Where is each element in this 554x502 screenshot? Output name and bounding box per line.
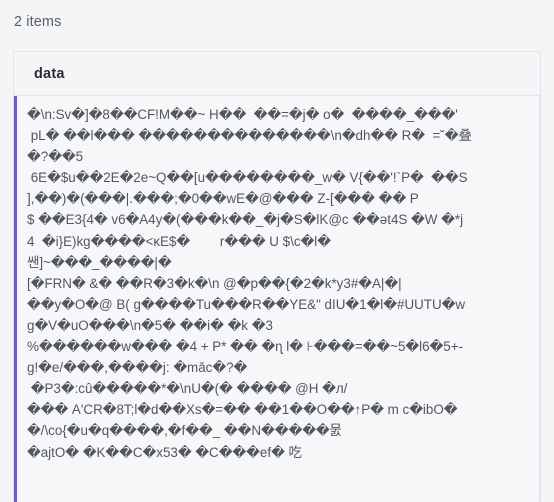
column-header-data[interactable]: data <box>14 66 65 82</box>
table-row[interactable]: �\n:Sv�]�8��CF!M��~ H�� ��=�j� o� ����_�… <box>14 96 540 502</box>
vertical-scrollbar[interactable] <box>539 96 540 502</box>
table-body[interactable]: �\n:Sv�]�8��CF!M��~ H�� ��=�j� o� ����_�… <box>14 96 540 502</box>
data-viewer-page: 2 items data �\n:Sv�]�8��CF!M��~ H�� ��=… <box>0 0 554 502</box>
table-header-row: data <box>14 52 540 96</box>
item-count-label: 2 items <box>14 14 62 30</box>
binary-data-cell: �\n:Sv�]�8��CF!M��~ H�� ��=�j� o� ����_�… <box>27 107 472 460</box>
data-table: data �\n:Sv�]�8��CF!M��~ H�� ��=�j� o� �… <box>13 51 541 502</box>
